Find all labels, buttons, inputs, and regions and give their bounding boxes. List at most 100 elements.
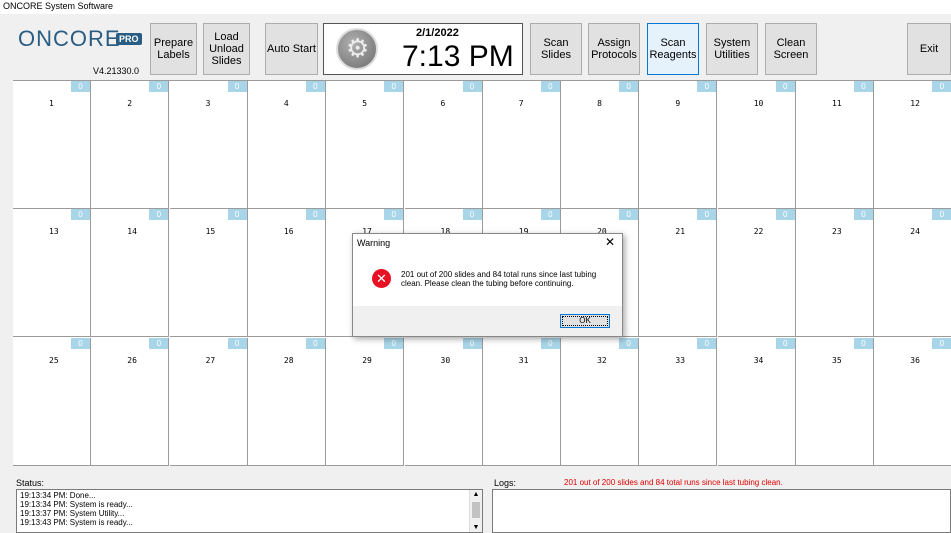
slide-slot[interactable]: 04	[247, 81, 326, 209]
slot-count-badge: 0	[71, 209, 90, 221]
slot-count-badge: 0	[305, 81, 325, 92]
status-line: 19:13:34 PM: Done...	[20, 491, 96, 500]
load-unload-slides-button[interactable]: Load Unload Slides	[203, 23, 250, 75]
slide-slot[interactable]: 0 24	[874, 209, 951, 338]
slot-number: 3	[205, 99, 211, 108]
error-icon: ✕	[372, 269, 391, 288]
scroll-down-icon[interactable]: ▼	[470, 523, 482, 532]
slide-slot[interactable]: 0 23	[796, 209, 874, 338]
slot-count-badge: 0	[697, 337, 717, 349]
slot-count-badge: 0	[71, 337, 90, 349]
slot-number: 25	[49, 355, 59, 365]
assign-protocols-button[interactable]: Assign Protocols	[588, 23, 640, 75]
slot-count-badge: 0	[854, 209, 873, 221]
slot-number: 33	[675, 355, 686, 365]
slot-count-badge: 0	[932, 209, 951, 221]
slide-slot[interactable]: 09	[639, 81, 718, 209]
slide-slot[interactable]: 07	[482, 81, 561, 209]
slot-number: 26	[127, 355, 137, 365]
toolbar: ONCORE PRO V4.21330.0 Prepare Labels Loa…	[0, 14, 951, 80]
slide-slot[interactable]: 0 16	[247, 209, 326, 338]
slide-slot[interactable]: 0 34	[717, 337, 796, 466]
slide-slot[interactable]: 0 14	[91, 209, 170, 338]
status-log-box[interactable]: 19:13:34 PM: Done... 19:13:34 PM: System…	[16, 489, 483, 533]
slot-count-badge: 0	[227, 81, 247, 92]
clean-screen-button[interactable]: Clean Screen	[765, 23, 817, 75]
slide-slot[interactable]: 0 21	[639, 209, 718, 338]
slide-slot[interactable]: 05	[326, 81, 405, 209]
slot-count-badge: 0	[775, 209, 795, 221]
time-display: 7:13 PM	[402, 40, 514, 73]
slot-count-badge: 0	[384, 337, 404, 349]
slot-number: 27	[205, 355, 216, 365]
slide-slot[interactable]: 0 25	[13, 337, 91, 466]
slot-count-badge: 0	[462, 209, 482, 221]
slot-number: 13	[49, 227, 59, 237]
slide-slot[interactable]: 0 29	[326, 337, 405, 466]
slide-slot[interactable]: 0 32	[561, 337, 640, 466]
slide-slot[interactable]: 0 12	[874, 81, 951, 209]
slide-slot[interactable]: 0 22	[717, 209, 796, 338]
slot-count-badge: 0	[462, 337, 482, 349]
slot-number: 10	[753, 99, 764, 108]
slide-slot[interactable]: 0 36	[874, 337, 951, 466]
slot-count-badge: 0	[540, 337, 560, 349]
slot-number: 29	[362, 355, 372, 365]
slide-slot[interactable]: 0 33	[639, 337, 718, 466]
slot-number: 22	[753, 227, 764, 237]
slot-count-badge: 0	[619, 337, 639, 349]
slot-count-badge: 0	[932, 81, 951, 92]
slot-count-badge: 0	[619, 81, 639, 92]
scroll-up-icon[interactable]: ▲	[470, 490, 482, 499]
slot-count-badge: 0	[854, 81, 873, 92]
close-icon[interactable]: ✕	[605, 235, 615, 249]
auto-start-button[interactable]: Auto Start	[265, 23, 318, 75]
exit-button[interactable]: Exit	[907, 23, 951, 75]
slide-slot[interactable]: 0 10	[717, 81, 796, 209]
slide-slot[interactable]: 01	[13, 81, 91, 209]
scroll-thumb[interactable]	[472, 502, 480, 518]
prepare-labels-button[interactable]: Prepare Labels	[150, 23, 197, 75]
status-scrollbar[interactable]: ▲ ▼	[469, 490, 482, 532]
scan-slides-button[interactable]: Scan Slides	[530, 23, 582, 75]
slide-slot[interactable]: 0 30	[404, 337, 483, 466]
slot-count-badge: 0	[384, 209, 404, 221]
slide-slot[interactable]: 0 35	[796, 337, 874, 466]
logs-box[interactable]	[492, 489, 951, 533]
slide-slot[interactable]: 0 11	[796, 81, 874, 209]
slot-count-badge: 0	[540, 209, 560, 221]
slide-slot[interactable]: 03	[169, 81, 248, 209]
slide-slot[interactable]: 0 15	[169, 209, 248, 338]
warning-dialog: Warning ✕ ✕ 201 out of 200 slides and 84…	[352, 233, 623, 337]
slot-number: 36	[910, 355, 920, 365]
slot-number: 11	[832, 99, 842, 108]
slot-number: 31	[518, 355, 529, 365]
version-label: V4.21330.0	[93, 66, 140, 76]
slot-count-badge: 0	[619, 209, 639, 221]
system-utilities-button[interactable]: System Utilities	[706, 23, 758, 75]
slide-slot[interactable]: 08	[561, 81, 640, 209]
slide-slot[interactable]: 06	[404, 81, 483, 209]
logs-label: Logs:	[494, 478, 517, 488]
slide-slot[interactable]: 0 28	[247, 337, 326, 466]
dialog-footer: OK	[353, 306, 622, 336]
scan-reagents-button[interactable]: Scan Reagents	[647, 23, 699, 75]
status-line: 19:13:43 PM: System is ready...	[20, 518, 133, 527]
ok-button[interactable]: OK	[560, 314, 610, 328]
slot-number: 23	[832, 227, 842, 237]
slide-slot[interactable]: 0 13	[13, 209, 91, 338]
status-line: 19:13:34 PM: System is ready...	[20, 500, 133, 509]
slide-slot[interactable]: 0 31	[482, 337, 561, 466]
slot-count-badge: 0	[540, 81, 560, 92]
slide-slot[interactable]: 0 27	[169, 337, 248, 466]
slide-slot[interactable]: 0 26	[91, 337, 170, 466]
slot-number: 30	[440, 355, 451, 365]
slot-count-badge: 0	[697, 81, 717, 92]
slot-number: 6	[440, 99, 446, 108]
slot-count-badge: 0	[149, 337, 169, 349]
logo-pro-badge: PRO	[116, 33, 142, 45]
slot-count-badge: 0	[775, 337, 795, 349]
slot-number: 14	[127, 227, 137, 237]
slide-slot[interactable]: 02	[91, 81, 170, 209]
slot-count-badge: 0	[149, 209, 169, 221]
